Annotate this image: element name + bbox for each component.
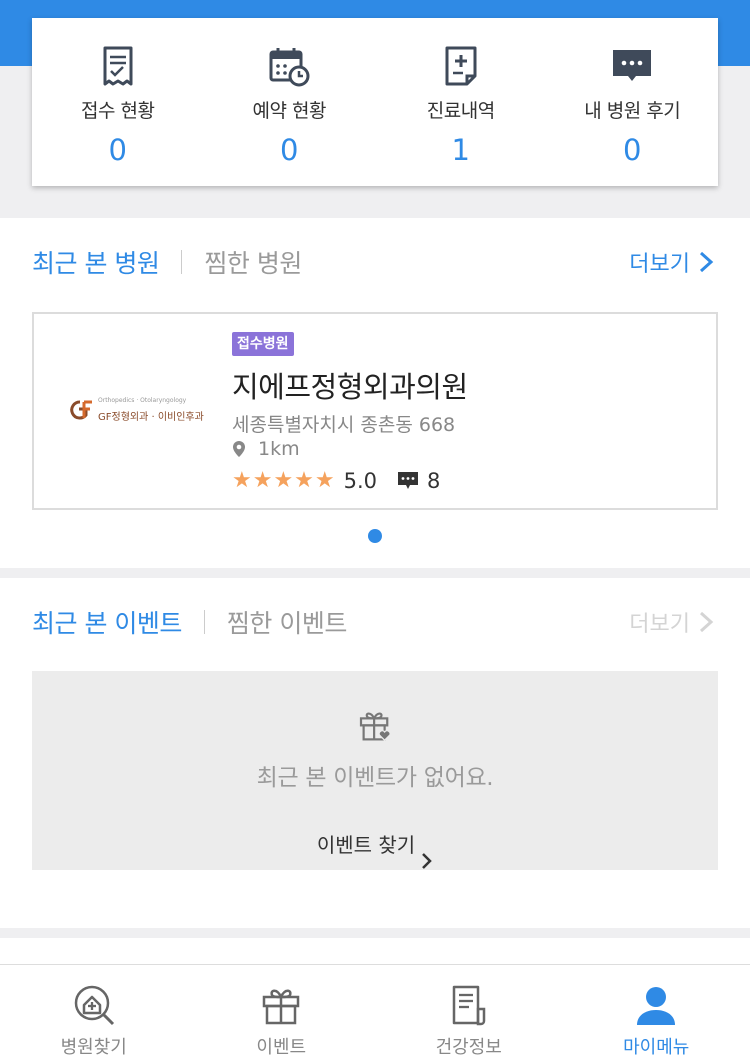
tab-divider: [203, 610, 205, 634]
stat-label: 접수 현황: [81, 100, 155, 122]
hospital-card[interactable]: Orthopedics · Otolaryngology GF정형외과 · 이비…: [32, 312, 718, 510]
reception-badge: 접수병원: [232, 332, 294, 356]
bottom-tab-bar: 병원찾기 이벤트 건강정보 마이메뉴: [0, 964, 750, 1064]
events-more-link[interactable]: 더보기: [629, 606, 714, 638]
review-bubble-icon: [398, 471, 419, 489]
stat-count: 0: [280, 133, 299, 167]
stat-label: 내 병원 후기: [584, 100, 681, 122]
rating-value: 5.0: [343, 468, 378, 493]
gift-heart-icon: [359, 712, 391, 742]
chevron-right-icon: [699, 251, 714, 273]
find-events-link[interactable]: 이벤트 찾기: [317, 816, 433, 870]
more-label: 더보기: [629, 252, 690, 277]
hospital-search-icon: [74, 985, 114, 1026]
stat-count: 1: [451, 133, 470, 167]
tab-label: 건강정보: [435, 1037, 502, 1058]
hospital-logo: Orthopedics · Otolaryngology GF정형외과 · 이비…: [66, 394, 206, 424]
tab-label: 이벤트: [256, 1037, 307, 1058]
carousel-indicator[interactable]: [368, 529, 382, 543]
hospitals-more-link[interactable]: 더보기: [629, 246, 714, 278]
stat-my-reviews[interactable]: 내 병원 후기 0: [547, 18, 719, 186]
stat-label: 진료내역: [426, 100, 495, 122]
tab-my-menu[interactable]: 마이메뉴: [563, 965, 750, 1064]
star-rating: ★★★★★: [232, 468, 336, 493]
stat-reception[interactable]: 접수 현황 0: [32, 18, 204, 186]
chevron-right-icon: [422, 853, 432, 869]
hospital-address: 세종특별자치시 종촌동 668: [232, 414, 456, 436]
recent-events-section: 최근 본 이벤트 찜한 이벤트 더보기 최근 본 이벤트가 없어요. 이벤트 찾…: [0, 578, 750, 928]
my-menu-page: 접수 현황 0 예약 현황 0 진료내역 1 내 병원 후기 0 최근 본 병원…: [0, 0, 750, 1064]
hospital-tabs: 최근 본 병원 찜한 병원: [32, 242, 302, 282]
hospital-rating: ★★★★★ 5.0 8: [232, 468, 440, 493]
chevron-right-icon: [699, 611, 714, 633]
stat-label: 예약 현황: [252, 100, 327, 122]
next-section-edge: [0, 938, 750, 964]
tab-events[interactable]: 이벤트: [188, 965, 376, 1064]
health-doc-icon: [452, 985, 485, 1026]
empty-events-box: 최근 본 이벤트가 없어요. 이벤트 찾기: [32, 671, 718, 870]
event-tabs: 최근 본 이벤트 찜한 이벤트: [32, 602, 347, 642]
calendar-clock-icon: [269, 48, 310, 87]
tab-divider: [181, 250, 183, 274]
logo-subtext: Orthopedics · Otolaryngology: [98, 397, 187, 404]
stat-count: 0: [623, 133, 642, 167]
hospital-distance: 1km: [232, 438, 300, 460]
tab-recent-events[interactable]: 최근 본 이벤트: [32, 604, 182, 640]
review-count: 8: [427, 468, 441, 493]
gift-icon: [263, 989, 300, 1025]
logo-text: GF정형외과 · 이비인후과: [98, 412, 204, 423]
stat-reservation[interactable]: 예약 현황 0: [204, 18, 376, 186]
receipt-icon: [103, 46, 133, 86]
recent-hospitals-section: 최근 본 병원 찜한 병원 더보기 Orthopedics · Otolaryn…: [0, 218, 750, 568]
medical-record-icon: [445, 46, 477, 86]
stats-card: 접수 현황 0 예약 현황 0 진료내역 1 내 병원 후기 0: [32, 18, 718, 186]
tab-liked-events[interactable]: 찜한 이벤트: [227, 604, 347, 640]
stat-treatment-history[interactable]: 진료내역 1: [375, 18, 547, 186]
find-events-label: 이벤트 찾기: [316, 832, 416, 857]
chat-bubble-icon: [613, 50, 652, 81]
person-icon: [637, 987, 676, 1025]
hospital-name: 지에프정형외과의원: [232, 370, 468, 404]
tab-label: 마이메뉴: [623, 1037, 690, 1058]
location-pin-icon: [233, 441, 245, 457]
tab-label: 병원찾기: [60, 1037, 127, 1058]
tab-recent-hospitals[interactable]: 최근 본 병원: [32, 244, 160, 280]
empty-events-text: 최근 본 이벤트가 없어요.: [256, 765, 494, 791]
tab-hospital-search[interactable]: 병원찾기: [0, 965, 188, 1064]
distance-value: 1km: [258, 438, 300, 460]
tab-liked-hospitals[interactable]: 찜한 병원: [204, 244, 302, 280]
more-label: 더보기: [629, 612, 690, 637]
tab-health-info[interactable]: 건강정보: [375, 965, 563, 1064]
stat-count: 0: [108, 133, 127, 167]
